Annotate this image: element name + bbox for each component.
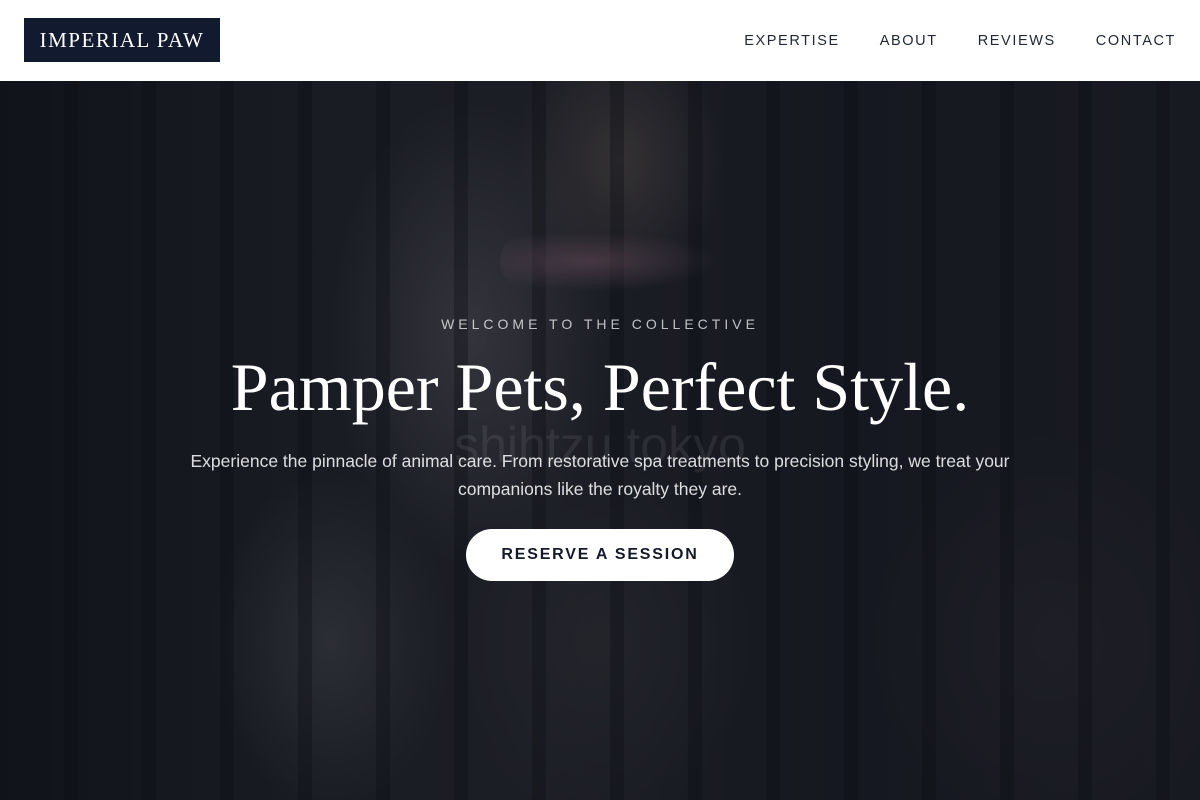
nav-item-contact[interactable]: CONTACT <box>1096 33 1176 49</box>
logo[interactable]: IMPERIAL PAW <box>24 18 220 62</box>
nav-item-reviews[interactable]: REVIEWS <box>978 33 1056 49</box>
reserve-session-button[interactable]: RESERVE A SESSION <box>466 529 734 581</box>
nav-item-expertise[interactable]: EXPERTISE <box>744 33 840 49</box>
hero-section: shihtzu tokyo <box>0 81 1200 800</box>
hero-eyebrow: WELCOME TO THE COLLECTIVE <box>441 316 759 332</box>
hero-headline: Pamper Pets, Perfect Style. <box>230 349 970 425</box>
hero-subtext: Experience the pinnacle of animal care. … <box>190 451 1010 499</box>
site-header: IMPERIAL PAW EXPERTISE ABOUT REVIEWS CON… <box>0 0 1200 81</box>
main-nav: EXPERTISE ABOUT REVIEWS CONTACT <box>744 0 1176 81</box>
nav-item-about[interactable]: ABOUT <box>880 33 938 49</box>
